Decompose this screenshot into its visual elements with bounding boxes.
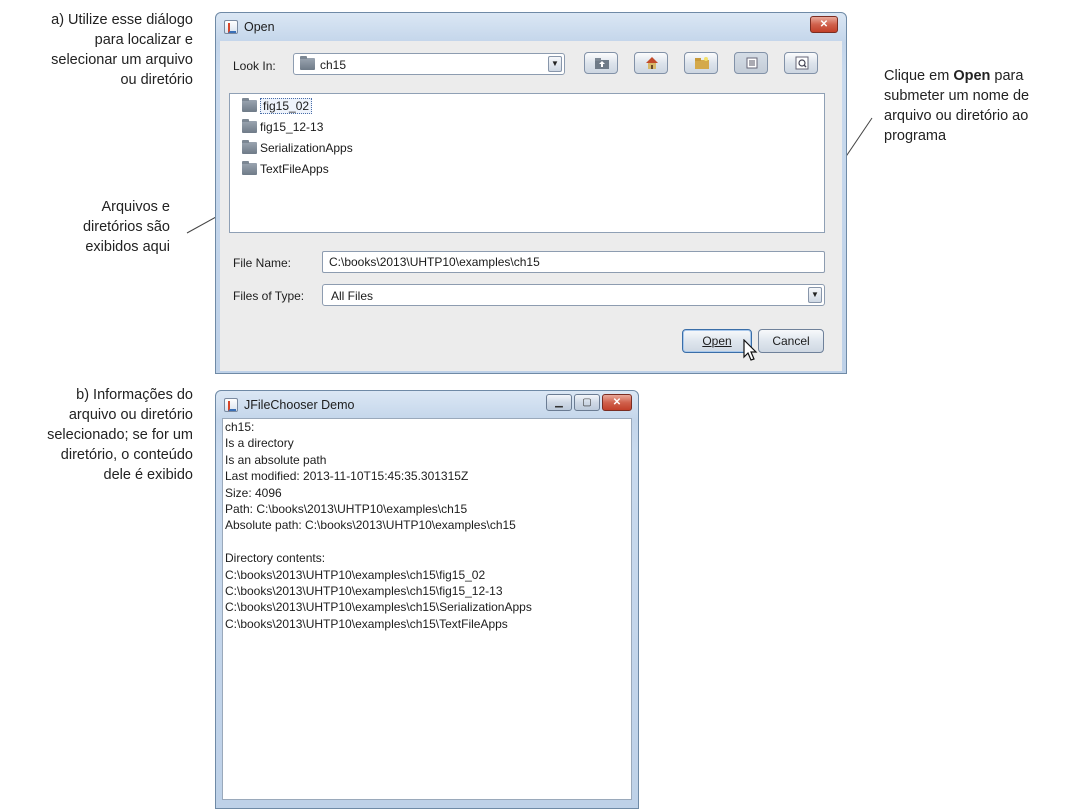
details-view-button[interactable] — [784, 52, 818, 74]
annotation-a: a) Utilize esse diálogo para localizar e… — [0, 10, 193, 90]
annotation-b-line: dele é exibido — [103, 467, 194, 483]
output-line: C:\books\2013\UHTP10\examples\ch15\Seria… — [225, 600, 532, 615]
file-list[interactable]: fig15_02 fig15_12-13 SerializationApps T… — [229, 93, 825, 233]
annotation-open-line: submeter um nome de — [884, 88, 1030, 104]
java-icon — [224, 20, 238, 34]
mouse-cursor-icon — [743, 339, 758, 361]
output-text-area[interactable]: ch15: Is a directory Is an absolute path… — [222, 418, 632, 800]
new-folder-icon — [695, 57, 709, 69]
output-line: Size: 4096 — [225, 485, 282, 500]
folder-icon — [300, 56, 315, 70]
output-line: Last modified: 2013-11-10T15:45:35.30131… — [225, 469, 469, 484]
list-view-icon — [746, 57, 758, 69]
open-dialog-titlebar[interactable]: Open ✕ — [216, 13, 846, 41]
annotation-files-line: Arquivos e — [101, 199, 170, 215]
output-line: C:\books\2013\UHTP10\examples\ch15\fig15… — [225, 583, 503, 598]
folder-icon — [242, 140, 257, 154]
output-line: Directory contents: — [225, 551, 326, 566]
annotation-open-line: arquivo ou diretório ao — [884, 108, 1029, 124]
annotation-b-line: arquivo ou diretório — [68, 407, 193, 423]
home-button[interactable] — [634, 52, 668, 74]
file-name-label: File Name: — [233, 256, 292, 270]
file-name: fig15_12-13 — [260, 120, 324, 134]
details-view-icon — [795, 56, 809, 70]
annotation-a-line: ou diretório — [120, 72, 193, 88]
output-line: ch15: — [225, 420, 255, 434]
java-icon — [224, 398, 238, 412]
chevron-down-icon[interactable]: ▼ — [548, 56, 562, 72]
files-of-type-value: All Files — [331, 289, 374, 303]
files-of-type-label: Files of Type: — [233, 289, 305, 303]
output-line: Is an absolute path — [225, 452, 327, 467]
annotation-open: Clique em Open para submeter um nome de … — [884, 66, 1070, 146]
annotation-files-line: exibidos aqui — [85, 239, 170, 255]
home-icon — [646, 57, 658, 69]
maximize-button[interactable]: ▢ — [574, 394, 600, 411]
look-in-label: Look In: — [233, 59, 276, 73]
up-one-level-icon — [595, 58, 609, 69]
annotation-open-pre: Clique em — [884, 68, 954, 84]
annotation-a-line: selecionar um arquivo — [51, 52, 193, 68]
open-dialog-title: Open — [244, 20, 275, 34]
annotation-b-line: selecionado; se for um — [47, 427, 193, 443]
demo-window-title: JFileChooser Demo — [244, 398, 355, 412]
annotation-open-bold: Open — [953, 68, 991, 84]
new-folder-button[interactable] — [684, 52, 718, 74]
file-name: TextFileApps — [260, 162, 329, 176]
list-item[interactable]: TextFileApps — [240, 160, 329, 178]
folder-icon — [242, 161, 257, 175]
annotation-open-post: para — [990, 68, 1024, 84]
file-name-field[interactable]: C:\books\2013\UHTP10\examples\ch15 — [322, 251, 825, 273]
open-button-label: Open — [702, 334, 732, 348]
chevron-down-icon[interactable]: ▼ — [808, 287, 822, 303]
annotation-files-line: diretórios são — [82, 219, 170, 235]
annotation-files: Arquivos e diretórios são exibidos aqui — [20, 197, 170, 257]
minimize-button[interactable]: ▁ — [546, 394, 572, 411]
output-line: Is a directory — [225, 436, 294, 451]
annotation-b-line: diretório, o conteúdo — [60, 447, 193, 463]
files-of-type-combo[interactable]: All Files ▼ — [322, 284, 825, 306]
annotation-open-line: Clique em Open para — [884, 66, 1070, 86]
open-button[interactable]: Open — [682, 329, 752, 353]
cancel-button-label: Cancel — [772, 334, 810, 348]
annotation-a-line: a) Utilize esse diálogo — [51, 12, 193, 28]
annotation-open-line: programa — [884, 128, 947, 144]
list-item[interactable]: fig15_12-13 — [240, 118, 323, 136]
file-name: SerializationApps — [260, 141, 353, 155]
output-line: C:\books\2013\UHTP10\examples\ch15\TextF… — [225, 616, 508, 631]
folder-icon — [242, 98, 257, 112]
folder-icon — [242, 119, 257, 133]
list-view-button[interactable] — [734, 52, 768, 74]
output-line: Path: C:\books\2013\UHTP10\examples\ch15 — [225, 501, 468, 516]
output-line: C:\books\2013\UHTP10\examples\ch15\fig15… — [225, 567, 486, 582]
close-button[interactable]: ✕ — [810, 16, 838, 33]
close-button[interactable]: ✕ — [602, 394, 632, 411]
annotation-a-line: para localizar e — [94, 32, 193, 48]
annotation-b-line: b) Informações do — [76, 387, 193, 403]
up-one-level-button[interactable] — [584, 52, 618, 74]
file-name: fig15_02 — [260, 98, 313, 114]
annotation-b: b) Informações do arquivo ou diretório s… — [0, 385, 193, 485]
look-in-combo[interactable]: ch15 ▼ — [293, 53, 565, 75]
look-in-value: ch15 — [320, 58, 347, 72]
list-item[interactable]: fig15_02 — [240, 97, 313, 115]
output-line: Absolute path: C:\books\2013\UHTP10\exam… — [225, 518, 516, 533]
list-item[interactable]: SerializationApps — [240, 139, 353, 157]
cancel-button[interactable]: Cancel — [758, 329, 824, 353]
demo-window-titlebar[interactable]: JFileChooser Demo ▁ ▢ ✕ — [216, 391, 638, 419]
